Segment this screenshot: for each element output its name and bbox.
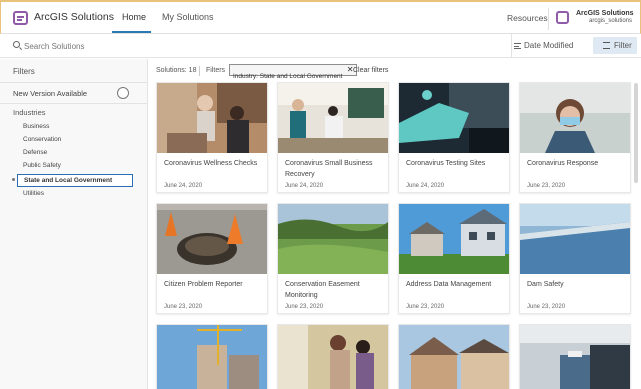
solution-card[interactable]: Citizen Problem Reporter June 23, 2020	[156, 203, 268, 314]
card-date: June 23, 2020	[527, 304, 566, 310]
housing-image	[399, 325, 509, 389]
solutions-count: Solutions: 18	[156, 67, 197, 74]
card-title[interactable]: Coronavirus Wellness Checks	[164, 158, 264, 169]
search-input[interactable]: Search Solutions	[24, 42, 84, 51]
solution-card[interactable]	[519, 324, 631, 389]
solution-card[interactable]: Dam Safety June 23, 2020	[519, 203, 631, 314]
conservation-easement-image	[278, 204, 388, 274]
search-icon	[13, 41, 20, 48]
top-bar: ArcGIS Solutions Home My Solutions Resou…	[0, 0, 641, 34]
card-date: June 23, 2020	[164, 304, 203, 310]
filter-icon	[603, 42, 610, 49]
citizen-problem-image	[157, 204, 267, 274]
card-date: June 24, 2020	[164, 183, 203, 189]
card-date: June 23, 2020	[527, 183, 566, 189]
toolbar-divider	[199, 66, 200, 76]
card-date: June 24, 2020	[406, 183, 445, 189]
card-thumbnail	[399, 325, 509, 389]
user-avatar-icon[interactable]	[556, 11, 569, 24]
sidebar-divider	[0, 82, 148, 83]
coronavirus-response-image	[520, 83, 630, 153]
address-data-image	[399, 204, 509, 274]
solution-card[interactable]	[277, 324, 389, 389]
chip-label: Industry: State and Local Government	[233, 73, 343, 80]
card-date: June 23, 2020	[285, 304, 324, 310]
card-title[interactable]: Dam Safety	[527, 279, 627, 290]
filters-sidebar: Filters New Version Available Industries…	[0, 59, 148, 389]
sort-icon	[514, 43, 521, 49]
user-org-name[interactable]: ArcGIS Solutions	[576, 10, 640, 17]
sidebar-item-utilities[interactable]: Utilities	[23, 190, 44, 197]
results-scrollbar[interactable]	[634, 83, 638, 183]
card-thumbnail	[399, 83, 509, 153]
resources-link[interactable]: Resources	[507, 13, 548, 23]
new-version-label: New Version Available	[13, 89, 88, 98]
card-title[interactable]: Address Data Management	[406, 279, 506, 290]
sidebar-item-public-safety[interactable]: Public Safety	[23, 162, 61, 169]
card-thumbnail	[520, 204, 630, 274]
card-thumbnail	[278, 204, 388, 274]
sidebar-item-state-and-local-government[interactable]: State and Local Government	[17, 174, 133, 187]
card-title[interactable]: Citizen Problem Reporter	[164, 279, 264, 290]
solution-card[interactable]: Coronavirus Response June 23, 2020	[519, 82, 631, 193]
tab-home[interactable]: Home	[122, 12, 146, 22]
sidebar-divider	[0, 103, 148, 104]
wellness-checks-image	[157, 83, 267, 153]
card-thumbnail	[157, 83, 267, 153]
card-title[interactable]: Coronavirus Response	[527, 158, 627, 169]
sidebar-item-conservation[interactable]: Conservation	[23, 136, 61, 143]
solution-card[interactable]: Coronavirus Small Business Recovery June…	[277, 82, 389, 193]
selected-bullet-icon	[12, 178, 15, 181]
solution-card[interactable]	[156, 324, 268, 389]
dam-safety-image	[520, 204, 630, 274]
tab-my-solutions[interactable]: My Solutions	[162, 12, 214, 22]
industries-heading: Industries	[13, 108, 46, 117]
results-toolbar: Solutions: 18 Filters Industry: State an…	[149, 59, 641, 80]
sort-button[interactable]: Date Modified	[514, 41, 574, 50]
card-thumbnail	[157, 204, 267, 274]
new-version-toggle[interactable]	[117, 87, 129, 99]
filter-label: Filter	[614, 41, 632, 50]
filters-label: Filters	[206, 67, 226, 74]
active-tab-indicator	[112, 31, 151, 33]
small-business-image	[278, 83, 388, 153]
sort-label: Date Modified	[524, 41, 574, 50]
solution-card[interactable]: Coronavirus Testing Sites June 24, 2020	[398, 82, 510, 193]
sidebar-item-business[interactable]: Business	[23, 123, 49, 130]
card-date: June 23, 2020	[406, 304, 445, 310]
card-thumbnail	[157, 325, 267, 389]
card-thumbnail	[520, 83, 630, 153]
sidebar-item-defense[interactable]: Defense	[23, 149, 47, 156]
solution-card[interactable]: Conservation Easement Monitoring June 23…	[277, 203, 389, 314]
card-title[interactable]: Coronavirus Testing Sites	[406, 158, 506, 169]
clear-filters-link[interactable]: Clear filters	[353, 67, 388, 74]
industry-filter-chip[interactable]: Industry: State and Local Government ✕	[229, 64, 358, 80]
solution-card[interactable]	[398, 324, 510, 389]
card-thumbnail	[399, 204, 509, 274]
sort-divider	[511, 34, 512, 58]
card-thumbnail	[278, 83, 388, 153]
card-title[interactable]: Conservation Easement Monitoring	[285, 279, 385, 301]
app-title[interactable]: ArcGIS Solutions	[34, 11, 114, 23]
solution-card[interactable]: Address Data Management June 23, 2020	[398, 203, 510, 314]
filters-heading: Filters	[13, 67, 35, 76]
user-handle[interactable]: arcgis_solutions	[589, 18, 632, 24]
header-divider	[548, 8, 549, 30]
filter-button[interactable]: Filter	[593, 37, 637, 54]
construction-image	[157, 325, 267, 389]
sidebar-item-label: State and Local Government	[24, 177, 113, 184]
transit-image	[278, 325, 388, 389]
arcgis-solutions-logo-icon[interactable]	[13, 11, 28, 25]
solution-card[interactable]: Coronavirus Wellness Checks June 24, 202…	[156, 82, 268, 193]
card-thumbnail	[278, 325, 388, 389]
card-title[interactable]: Coronavirus Small Business Recovery	[285, 158, 385, 180]
testing-sites-image	[399, 83, 509, 153]
card-thumbnail	[520, 325, 630, 389]
card-date: June 24, 2020	[285, 183, 324, 189]
voting-image	[520, 325, 630, 389]
